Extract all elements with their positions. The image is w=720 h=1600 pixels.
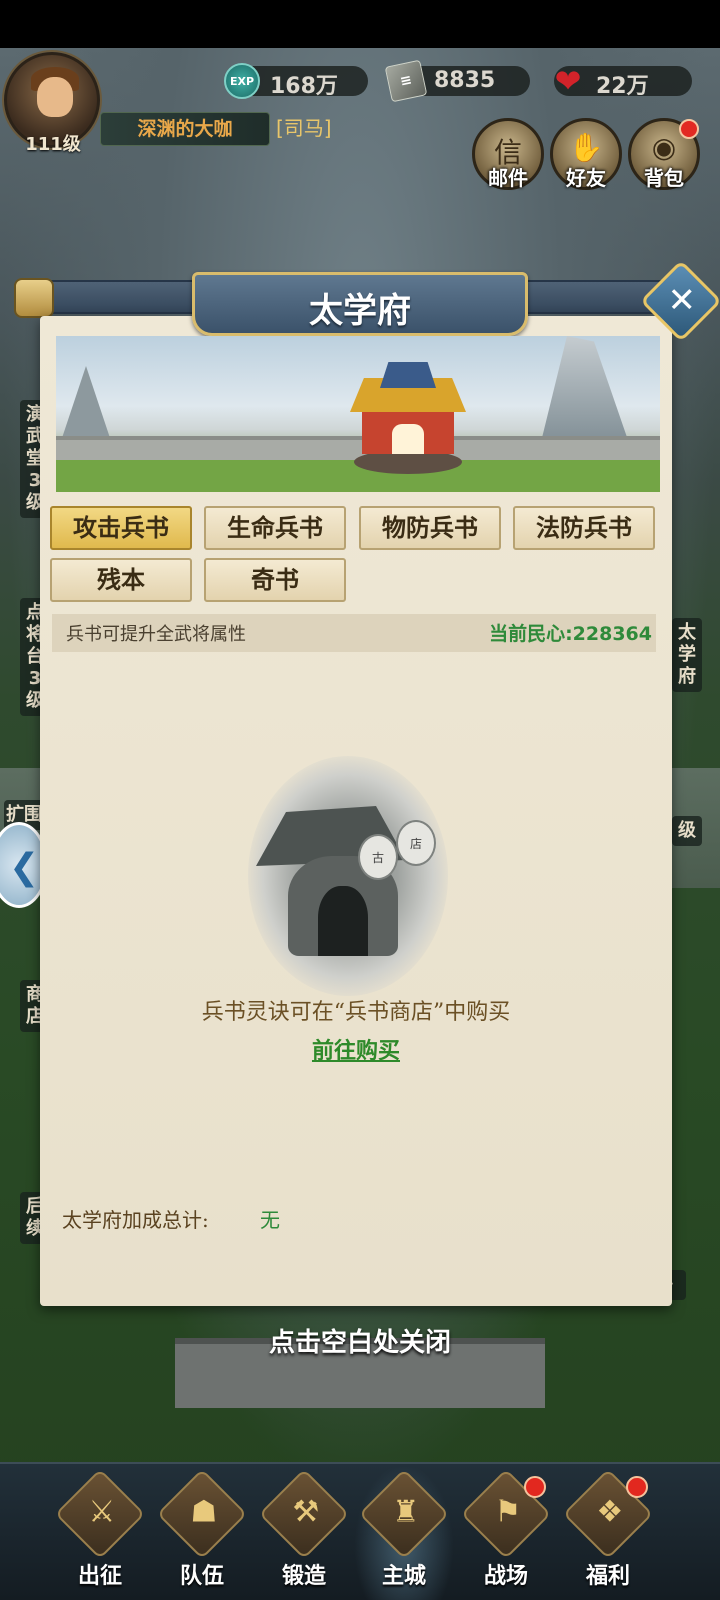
anvil-icon: ⚒	[292, 1494, 320, 1530]
side-tag-level: 级	[672, 816, 702, 846]
friends-button[interactable]: ✋ 好友	[550, 118, 622, 190]
close-x-icon: ✕	[667, 280, 696, 321]
nav-label: 队伍	[179, 1564, 224, 1589]
book-resource-icon: ≡	[384, 59, 428, 103]
tab-phys-def-book[interactable]: 物防兵书	[359, 506, 501, 550]
handshake-icon: ✋	[568, 131, 604, 164]
chevron-left-icon: ❮	[9, 847, 40, 888]
battlefield-icon: ⚑	[494, 1494, 522, 1530]
nav-main-city[interactable]: ♜ 主城	[354, 1464, 454, 1600]
exp-icon: EXP	[224, 63, 260, 99]
castle-icon: ♜	[392, 1494, 420, 1530]
welfare-notification-dot	[626, 1476, 648, 1498]
heart-value: 22万	[596, 74, 649, 99]
info-description: 兵书可提升全武将属性	[66, 624, 246, 645]
bag-button[interactable]: ◉ 背包	[628, 118, 700, 190]
book-value: 8835	[434, 68, 496, 93]
nav-label: 主城	[381, 1564, 426, 1589]
nav-label: 福利	[585, 1564, 630, 1589]
bonus-total-value: 无	[260, 1208, 280, 1232]
exp-resource[interactable]: EXP 168万	[224, 63, 368, 99]
tab-rare-book[interactable]: 奇书	[204, 558, 346, 602]
mountain-right	[540, 336, 630, 446]
nav-forge[interactable]: ⚒ 锻造	[254, 1464, 354, 1600]
mail-button[interactable]: 信 邮件	[472, 118, 544, 190]
nav-label: 锻造	[281, 1564, 326, 1589]
book-resource[interactable]: ≡ 8835	[384, 59, 530, 103]
side-tag-academy[interactable]: 太学府	[672, 618, 702, 692]
friends-label: 好友	[566, 166, 606, 190]
empty-hint: 兵书灵诀可在“兵书商店”中购买	[201, 1000, 511, 1025]
nav-label: 战场	[483, 1564, 528, 1589]
bag-notification-dot	[679, 119, 699, 139]
modal-title-plaque: 太学府	[192, 272, 528, 336]
modal-title: 太学府	[309, 291, 411, 331]
bottom-nav: ⚔ 出征 ☗ 队伍 ⚒ 锻造 ♜ 主城 ⚑ 战场 ❖ 福利	[0, 1462, 720, 1600]
academy-banner	[56, 336, 660, 492]
player-name: 深渊的大咖	[100, 112, 270, 146]
tab-magic-def-book[interactable]: 法防兵书	[513, 506, 655, 550]
bonus-total-label: 太学府加成总计:	[62, 1208, 209, 1232]
avatar-face	[37, 77, 73, 117]
lantern-icon: 古	[358, 834, 398, 880]
tab-health-book[interactable]: 生命兵书	[204, 506, 346, 550]
player-faction: [司马]	[276, 116, 332, 140]
gift-palace-icon: ❖	[596, 1494, 624, 1530]
nav-team[interactable]: ☗ 队伍	[152, 1464, 252, 1600]
ink-shop-illustration: 古 店	[248, 756, 448, 996]
battlefield-notification-dot	[524, 1476, 546, 1498]
bag-label: 背包	[644, 166, 684, 190]
scroll-ornament-left	[14, 278, 54, 318]
player-level: 111级	[25, 134, 81, 155]
go-buy-link[interactable]: 前往购买	[56, 1033, 656, 1065]
exp-value: 168万	[270, 74, 338, 99]
info-strip: 兵书可提升全武将属性 当前民心:228364	[52, 614, 656, 652]
crossed-swords-icon: ⚔	[88, 1494, 116, 1530]
status-bar	[0, 0, 720, 48]
lantern-icon: 店	[396, 820, 436, 866]
heart-resource[interactable]: ❤ 22万	[554, 62, 692, 100]
general-helmet-icon: ☗	[190, 1494, 218, 1530]
current-morale: 当前民心:228364	[489, 623, 652, 645]
tap-to-close-hint[interactable]: 点击空白处关闭	[0, 1322, 720, 1359]
nav-welfare[interactable]: ❖ 福利	[558, 1464, 658, 1600]
tab-attack-book[interactable]: 攻击兵书	[50, 506, 192, 550]
nav-label: 出征	[77, 1564, 122, 1589]
heart-icon: ❤	[554, 62, 582, 100]
academy-building-icon	[350, 362, 466, 482]
nav-battlefield[interactable]: ⚑ 战场	[456, 1464, 556, 1600]
tab-fragment[interactable]: 残本	[50, 558, 192, 602]
nav-expedition[interactable]: ⚔ 出征	[50, 1464, 150, 1600]
mail-label: 邮件	[488, 166, 528, 190]
